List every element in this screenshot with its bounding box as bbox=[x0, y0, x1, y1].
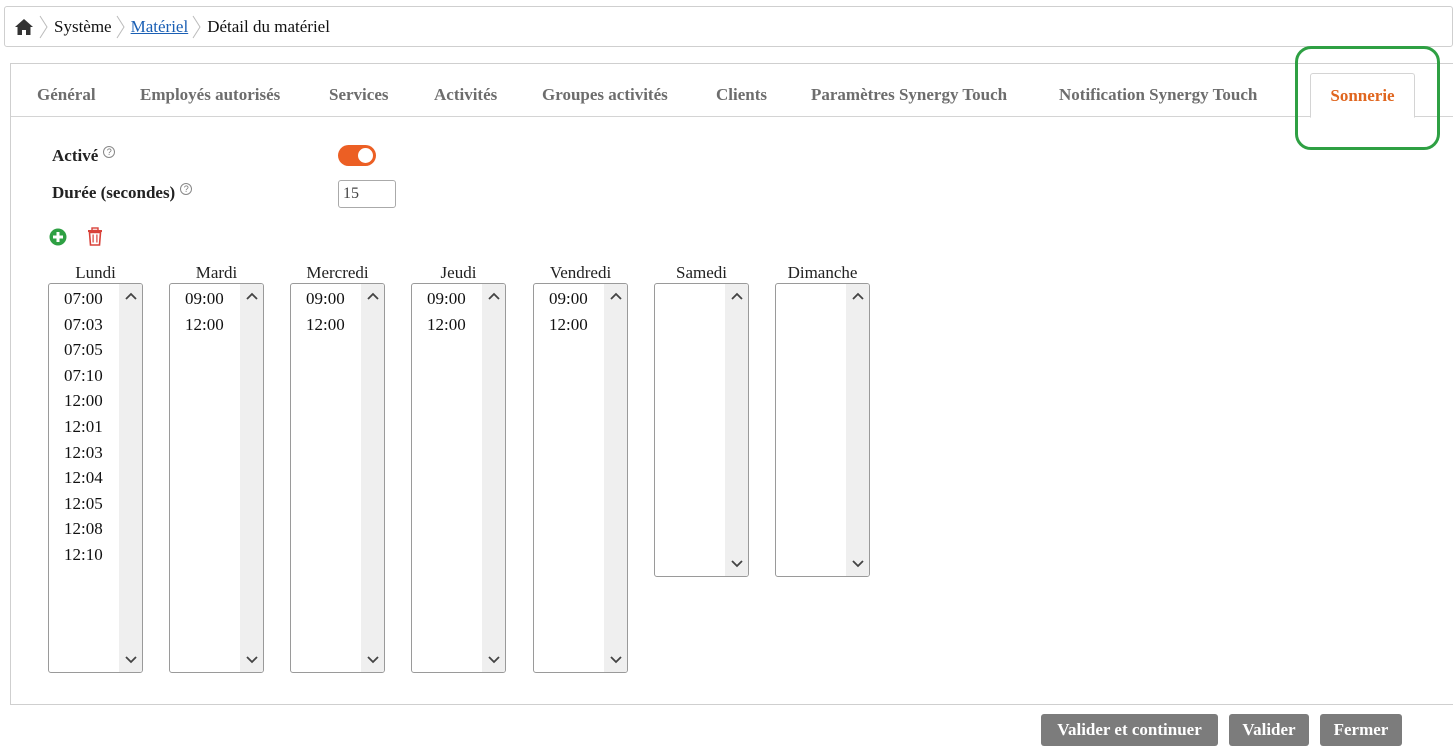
day-label: Jeudi bbox=[440, 263, 477, 282]
time-list-item[interactable]: 09:00 bbox=[412, 286, 482, 312]
breadcrumb: Système Matériel Détail du matériel bbox=[4, 6, 1453, 47]
day-label: Mercredi bbox=[306, 263, 369, 282]
validate-and-continue-button[interactable]: Valider et continuer bbox=[1041, 714, 1218, 746]
tab-bar: Général Employés autorisés Services Acti… bbox=[11, 64, 1453, 118]
time-list-item[interactable]: 12:03 bbox=[49, 440, 119, 466]
time-list-item[interactable]: 12:04 bbox=[49, 465, 119, 491]
scrollbar[interactable] bbox=[725, 284, 748, 576]
time-items: 09:00 12:00 bbox=[534, 286, 604, 337]
chevron-down-icon[interactable] bbox=[728, 557, 745, 571]
day-time-list[interactable]: 09:00 12:00 bbox=[169, 283, 264, 673]
time-list-item[interactable]: 07:00 bbox=[49, 286, 119, 312]
day-time-list[interactable] bbox=[775, 283, 870, 577]
trash-icon[interactable] bbox=[86, 227, 104, 246]
time-list-item[interactable]: 12:10 bbox=[49, 542, 119, 568]
time-items: 09:00 12:00 bbox=[291, 286, 361, 337]
time-list-item[interactable]: 12:00 bbox=[412, 312, 482, 338]
tab-general[interactable]: Général bbox=[37, 85, 96, 105]
time-list-item[interactable]: 12:00 bbox=[49, 388, 119, 414]
chevron-up-icon[interactable] bbox=[243, 289, 260, 303]
tab-groupes-activites[interactable]: Groupes activités bbox=[542, 85, 668, 105]
tab-activites[interactable]: Activités bbox=[434, 85, 497, 105]
home-icon[interactable] bbox=[13, 16, 35, 38]
day-label: Dimanche bbox=[787, 263, 858, 282]
chevron-up-icon[interactable] bbox=[122, 289, 139, 303]
breadcrumb-separator-icon bbox=[192, 15, 201, 38]
help-icon[interactable]: ? bbox=[180, 183, 193, 195]
tab-services[interactable]: Services bbox=[329, 85, 388, 105]
active-label: Activé bbox=[52, 146, 99, 165]
tab-clients[interactable]: Clients bbox=[716, 85, 767, 105]
validate-button[interactable]: Valider bbox=[1229, 714, 1309, 746]
time-list-item[interactable]: 12:00 bbox=[534, 312, 604, 338]
time-items: 09:00 12:00 bbox=[412, 286, 482, 337]
breadcrumb-separator-icon bbox=[39, 15, 48, 38]
breadcrumb-item-current: Détail du matériel bbox=[207, 16, 330, 36]
day-label: Vendredi bbox=[549, 263, 612, 282]
time-list-item[interactable]: 09:00 bbox=[170, 286, 240, 312]
tab-sonnerie[interactable]: Sonnerie bbox=[1310, 73, 1415, 118]
day-label: Samedi bbox=[676, 263, 727, 282]
chevron-down-icon[interactable] bbox=[849, 557, 866, 571]
duration-label: Durée (secondes) bbox=[52, 183, 176, 202]
scrollbar[interactable] bbox=[846, 284, 869, 576]
scrollbar[interactable] bbox=[482, 284, 505, 672]
day-label: Mardi bbox=[195, 263, 238, 282]
day-time-list[interactable] bbox=[654, 283, 749, 577]
time-list-item[interactable]: 07:05 bbox=[49, 337, 119, 363]
scrollbar[interactable] bbox=[604, 284, 627, 672]
time-list-item[interactable]: 07:10 bbox=[49, 363, 119, 389]
day-time-list[interactable]: 07:00 07:03 07:05 07:10 12:00 12:01 12:03 12:04… bbox=[48, 283, 143, 673]
time-list-item[interactable]: 09:00 bbox=[291, 286, 361, 312]
chevron-up-icon[interactable] bbox=[364, 289, 381, 303]
day-label: Lundi bbox=[75, 263, 116, 282]
tab-parametres-synergy-touch[interactable]: Paramètres Synergy Touch bbox=[811, 85, 1007, 105]
chevron-down-icon[interactable] bbox=[122, 653, 139, 667]
day-time-list[interactable]: 09:00 12:00 bbox=[290, 283, 385, 673]
help-icon[interactable]: ? bbox=[103, 146, 116, 158]
chevron-up-icon[interactable] bbox=[607, 289, 624, 303]
duration-field-label: Durée (secondes) ? bbox=[52, 183, 193, 203]
chevron-up-icon[interactable] bbox=[728, 289, 745, 303]
breadcrumb-item-systeme[interactable]: Système bbox=[54, 17, 112, 37]
active-field-label: Activé ? bbox=[52, 146, 116, 166]
tab-employes-autorises[interactable]: Employés autorisés bbox=[140, 85, 280, 105]
breadcrumb-item-materiel[interactable]: Matériel bbox=[131, 17, 189, 37]
time-list-item[interactable]: 12:00 bbox=[170, 312, 240, 338]
add-circle-icon[interactable] bbox=[49, 228, 67, 246]
day-time-list[interactable]: 09:00 12:00 bbox=[533, 283, 628, 673]
chevron-down-icon[interactable] bbox=[364, 653, 381, 667]
chevron-down-icon[interactable] bbox=[607, 653, 624, 667]
time-list-item[interactable]: 12:01 bbox=[49, 414, 119, 440]
scrollbar[interactable] bbox=[119, 284, 142, 672]
chevron-down-icon[interactable] bbox=[243, 653, 260, 667]
time-list-item[interactable]: 07:03 bbox=[49, 312, 119, 338]
time-list-item[interactable]: 12:05 bbox=[49, 491, 119, 517]
time-list-item[interactable]: 09:00 bbox=[534, 286, 604, 312]
chevron-up-icon[interactable] bbox=[485, 289, 502, 303]
chevron-down-icon[interactable] bbox=[485, 653, 502, 667]
day-time-list[interactable]: 09:00 12:00 bbox=[411, 283, 506, 673]
time-items: 09:00 12:00 bbox=[170, 286, 240, 337]
active-toggle[interactable] bbox=[338, 145, 376, 166]
scrollbar[interactable] bbox=[361, 284, 384, 672]
time-list-item[interactable]: 12:08 bbox=[49, 516, 119, 542]
time-items: 07:00 07:03 07:05 07:10 12:00 12:01 12:03 12:04… bbox=[49, 286, 119, 568]
time-list-item[interactable]: 12:00 bbox=[291, 312, 361, 338]
duration-input[interactable] bbox=[338, 180, 396, 208]
breadcrumb-separator-icon bbox=[116, 15, 125, 38]
close-button[interactable]: Fermer bbox=[1320, 714, 1402, 746]
chevron-up-icon[interactable] bbox=[849, 289, 866, 303]
scrollbar[interactable] bbox=[240, 284, 263, 672]
tab-notification-synergy-touch[interactable]: Notification Synergy Touch bbox=[1059, 85, 1257, 105]
